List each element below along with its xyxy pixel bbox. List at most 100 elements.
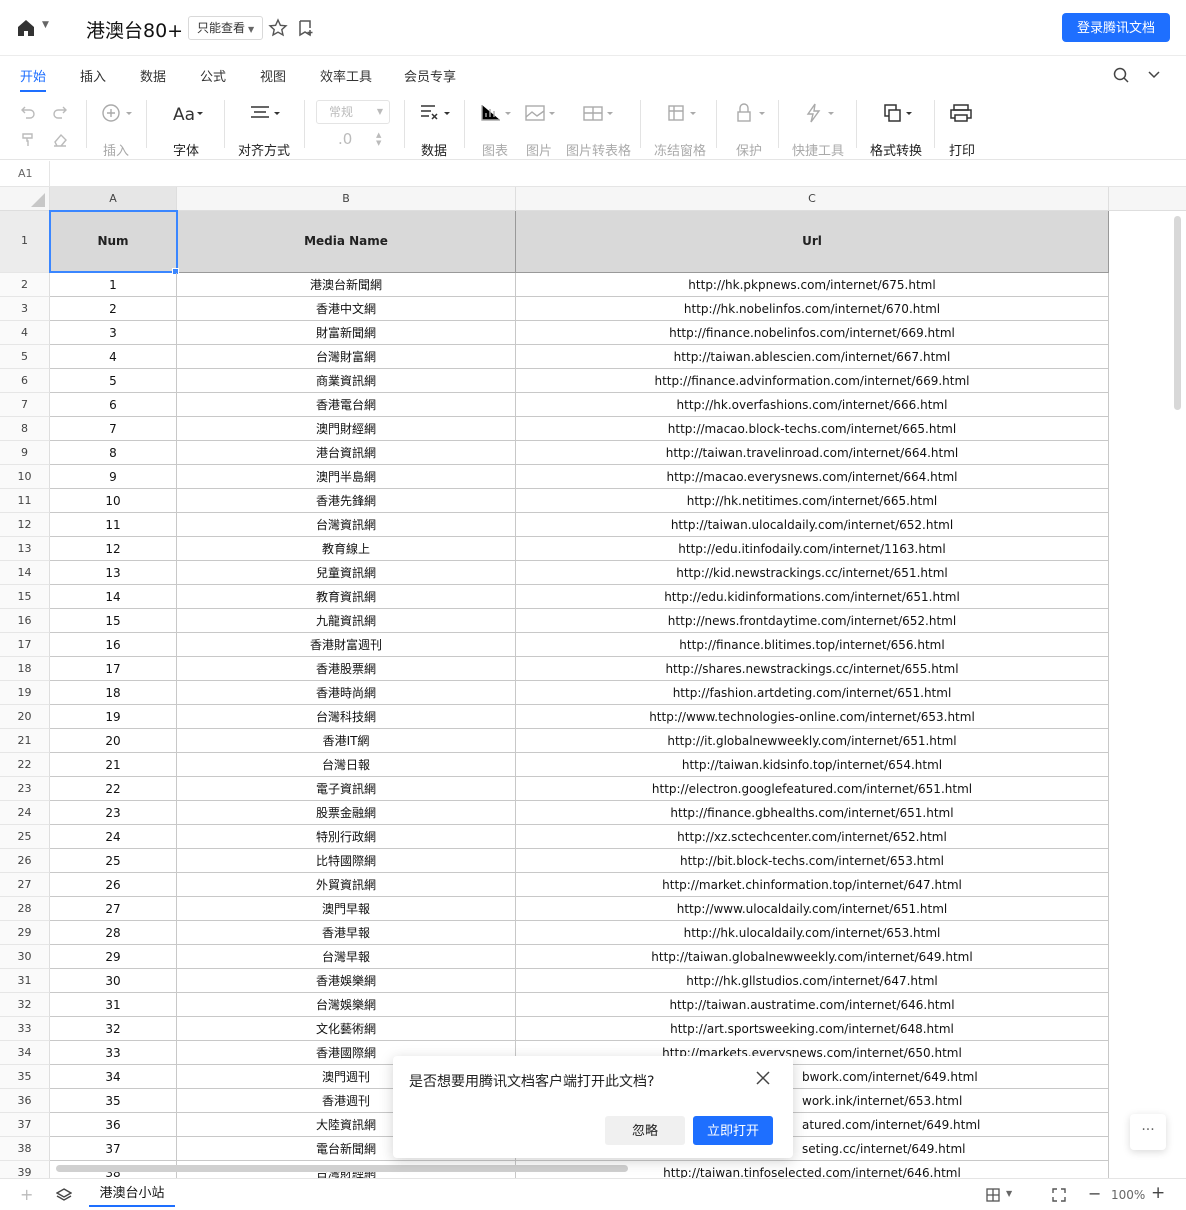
- cell-media-name[interactable]: 香港先鋒網: [177, 489, 516, 513]
- star-icon[interactable]: [268, 18, 288, 38]
- cell-num[interactable]: 6: [50, 393, 177, 417]
- cell-num[interactable]: 8: [50, 441, 177, 465]
- cell-media-name[interactable]: 台灣早報: [177, 945, 516, 969]
- cell-url[interactable]: http://finance.blitimes.top/internet/656…: [516, 633, 1109, 657]
- cell-num[interactable]: 24: [50, 825, 177, 849]
- row-header[interactable]: 22: [0, 753, 50, 777]
- row-header[interactable]: 39: [0, 1161, 50, 1178]
- fullscreen-icon[interactable]: [1052, 1188, 1066, 1202]
- row-header[interactable]: 19: [0, 681, 50, 705]
- cell-num[interactable]: 4: [50, 345, 177, 369]
- home-menu-caret-icon[interactable]: ▼: [42, 20, 49, 30]
- cell-url[interactable]: http://hk.ulocaldaily.com/internet/653.h…: [516, 921, 1109, 945]
- cell-num[interactable]: 37: [50, 1137, 177, 1161]
- cell-media-name[interactable]: 台灣娛樂網: [177, 993, 516, 1017]
- row-header[interactable]: 26: [0, 849, 50, 873]
- caret-down-icon[interactable]: ▼: [1006, 1189, 1012, 1198]
- column-header-a[interactable]: A: [50, 187, 177, 211]
- cell-num[interactable]: 12: [50, 537, 177, 561]
- vertical-scrollbar[interactable]: [1174, 216, 1181, 410]
- open-now-button[interactable]: 立即打开: [693, 1116, 773, 1145]
- data-button[interactable]: 数据: [414, 100, 454, 160]
- row-header[interactable]: 30: [0, 945, 50, 969]
- cell-num[interactable]: 1: [50, 273, 177, 297]
- cell-media-name[interactable]: 外貿資訊網: [177, 873, 516, 897]
- cell-url[interactable]: http://finance.gbhealths.com/internet/65…: [516, 801, 1109, 825]
- cell-media-name[interactable]: 九龍資訊網: [177, 609, 516, 633]
- cell-num[interactable]: 2: [50, 297, 177, 321]
- row-header[interactable]: 11: [0, 489, 50, 513]
- decimal-places-value[interactable]: .0: [338, 130, 352, 148]
- cell-num[interactable]: 25: [50, 849, 177, 873]
- row-header[interactable]: 29: [0, 921, 50, 945]
- cell-url[interactable]: http://taiwan.kidsinfo.top/internet/654.…: [516, 753, 1109, 777]
- row-header[interactable]: 33: [0, 1017, 50, 1041]
- cell-url[interactable]: http://www.ulocaldaily.com/internet/651.…: [516, 897, 1109, 921]
- home-icon[interactable]: [16, 18, 36, 38]
- cell-url[interactable]: http://bit.block-techs.com/internet/653.…: [516, 849, 1109, 873]
- add-sheet-icon[interactable]: +: [20, 1185, 33, 1204]
- format-painter-icon[interactable]: [20, 132, 36, 148]
- cell-url[interactable]: http://taiwan.ablescien.com/internet/667…: [516, 345, 1109, 369]
- cell-url[interactable]: http://hk.pkpnews.com/internet/675.html: [516, 273, 1109, 297]
- cell-url[interactable]: http://it.globalnewweekly.com/internet/6…: [516, 729, 1109, 753]
- select-all-corner[interactable]: [0, 187, 50, 211]
- document-title[interactable]: 港澳台80+: [86, 16, 183, 43]
- cell-media-name[interactable]: 香港中文網: [177, 297, 516, 321]
- cell-media-name[interactable]: 股票金融網: [177, 801, 516, 825]
- cell-num[interactable]: 28: [50, 921, 177, 945]
- row-header[interactable]: 21: [0, 729, 50, 753]
- cell-media-name[interactable]: 財富新聞網: [177, 321, 516, 345]
- cell-url[interactable]: http://xz.sctechcenter.com/internet/652.…: [516, 825, 1109, 849]
- cell-num[interactable]: 18: [50, 681, 177, 705]
- cell-url[interactable]: http://taiwan.travelinroad.com/internet/…: [516, 441, 1109, 465]
- cell-url[interactable]: http://market.chinformation.top/internet…: [516, 873, 1109, 897]
- cell-media-name[interactable]: 澳門半島網: [177, 465, 516, 489]
- cell-num[interactable]: 33: [50, 1041, 177, 1065]
- cell-media-name[interactable]: 教育資訊網: [177, 585, 516, 609]
- row-header[interactable]: 35: [0, 1065, 50, 1089]
- cell-url[interactable]: http://edu.kidinformations.com/internet/…: [516, 585, 1109, 609]
- cell-url[interactable]: http://shares.newstrackings.cc/internet/…: [516, 657, 1109, 681]
- zoom-in-icon[interactable]: +: [1151, 1183, 1165, 1203]
- cell-num[interactable]: 21: [50, 753, 177, 777]
- cell-num[interactable]: 13: [50, 561, 177, 585]
- horizontal-scrollbar[interactable]: [56, 1165, 628, 1172]
- cell-media-name[interactable]: 兒童資訊網: [177, 561, 516, 585]
- grid-view-icon[interactable]: [986, 1188, 1000, 1202]
- row-header[interactable]: 8: [0, 417, 50, 441]
- format-convert-button[interactable]: 格式转换: [868, 100, 924, 160]
- cell-media-name[interactable]: 香港娛樂網: [177, 969, 516, 993]
- cell-media-name[interactable]: 商業資訊網: [177, 369, 516, 393]
- tab-efficiency-tools[interactable]: 效率工具: [320, 66, 372, 85]
- cell-url[interactable]: http://finance.nobelinfos.com/internet/6…: [516, 321, 1109, 345]
- cell-num[interactable]: 20: [50, 729, 177, 753]
- tab-view[interactable]: 视图: [260, 66, 286, 85]
- row-header[interactable]: 15: [0, 585, 50, 609]
- cell-url[interactable]: http://macao.block-techs.com/internet/66…: [516, 417, 1109, 441]
- row-header[interactable]: 14: [0, 561, 50, 585]
- cell-media-name[interactable]: 電子資訊網: [177, 777, 516, 801]
- row-header[interactable]: 13: [0, 537, 50, 561]
- image-button[interactable]: 图片: [520, 100, 558, 160]
- row-header[interactable]: 36: [0, 1089, 50, 1113]
- cell-url[interactable]: http://hk.nobelinfos.com/internet/670.ht…: [516, 297, 1109, 321]
- eraser-icon[interactable]: [52, 132, 68, 148]
- chart-button[interactable]: 图表: [476, 100, 514, 160]
- cell-url[interactable]: http://hk.netitimes.com/internet/665.htm…: [516, 489, 1109, 513]
- cell-num[interactable]: 23: [50, 801, 177, 825]
- cell-media-name[interactable]: 香港財富週刊: [177, 633, 516, 657]
- insert-button[interactable]: 插入: [96, 100, 136, 160]
- number-format-select[interactable]: 常规 ▼: [316, 100, 390, 124]
- cell-num[interactable]: 29: [50, 945, 177, 969]
- layers-icon[interactable]: [56, 1187, 72, 1203]
- cell-media-name[interactable]: 教育線上: [177, 537, 516, 561]
- row-header[interactable]: 37: [0, 1113, 50, 1137]
- font-button[interactable]: Aa 字体: [166, 100, 206, 160]
- row-header[interactable]: 1: [0, 211, 50, 273]
- cell-num[interactable]: 27: [50, 897, 177, 921]
- cell-media-name[interactable]: 港澳台新聞網: [177, 273, 516, 297]
- cell-reference[interactable]: A1: [0, 161, 50, 186]
- cell-num[interactable]: 14: [50, 585, 177, 609]
- cell-media-name[interactable]: 台灣日報: [177, 753, 516, 777]
